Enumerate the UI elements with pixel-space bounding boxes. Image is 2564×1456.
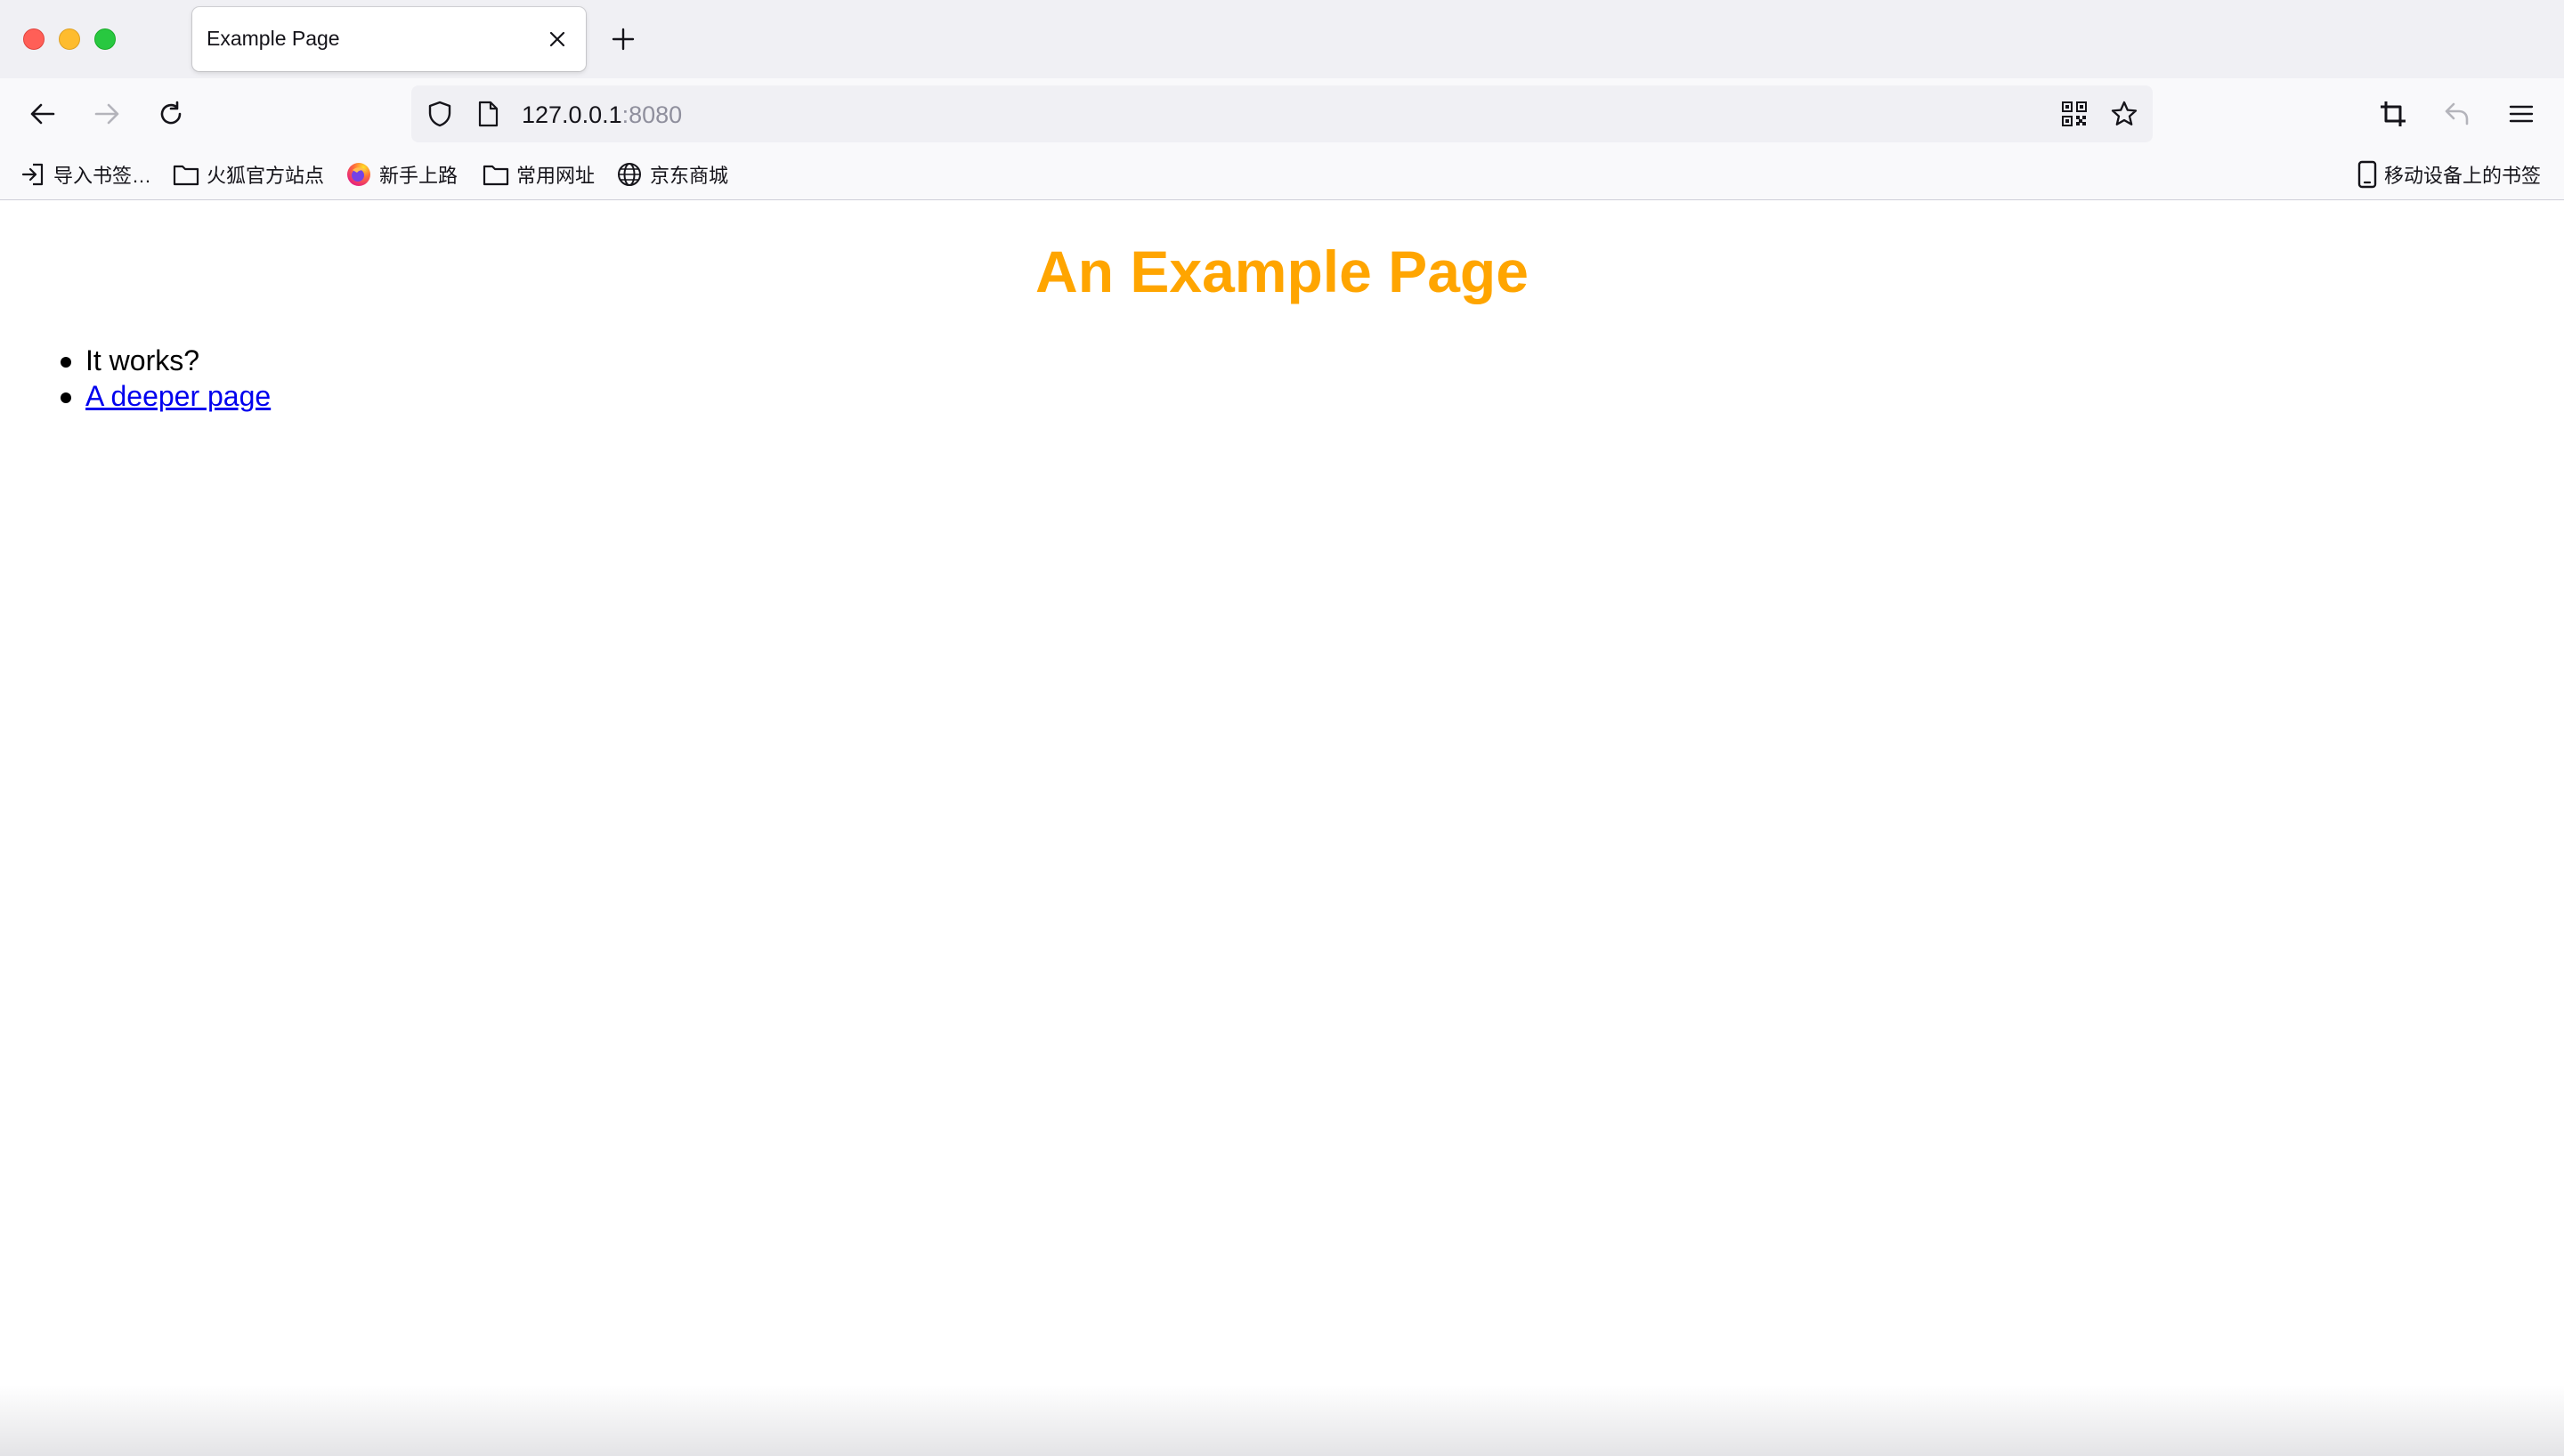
- globe-icon: [616, 161, 643, 188]
- tab-active[interactable]: Example Page: [192, 7, 586, 71]
- close-tab-icon[interactable]: [541, 23, 573, 55]
- close-window-button[interactable]: [23, 28, 45, 50]
- list-item: A deeper page: [60, 378, 271, 414]
- star-icon[interactable]: [2106, 96, 2142, 132]
- bookmark-import[interactable]: 导入书签…: [20, 157, 151, 192]
- undo-icon[interactable]: [2439, 96, 2475, 132]
- firefox-icon: [345, 161, 372, 188]
- bookmark-label: 火狐官方站点: [207, 165, 325, 187]
- url-host: 127.0.0.1: [522, 101, 622, 128]
- crop-icon[interactable]: [2375, 96, 2411, 132]
- maximize-window-button[interactable]: [94, 28, 116, 50]
- url-text[interactable]: 127.0.0.1:8080: [522, 101, 682, 129]
- navigation-toolbar: 127.0.0.1:8080: [0, 78, 2564, 150]
- mobile-device-icon: [2357, 160, 2377, 189]
- reload-icon[interactable]: [153, 96, 189, 132]
- bookmark-jd[interactable]: 京东商城: [616, 157, 728, 192]
- tab-strip: Example Page: [0, 0, 2564, 78]
- qr-code-icon[interactable]: [2057, 96, 2092, 132]
- hamburger-menu-icon[interactable]: [2503, 96, 2539, 132]
- page-heading: An Example Page: [1035, 239, 1529, 304]
- bookmark-folder-firefox-sites[interactable]: 火狐官方站点: [173, 157, 324, 192]
- bookmark-label: 移动设备上的书签: [2384, 165, 2542, 187]
- deeper-page-link[interactable]: A deeper page: [85, 380, 271, 412]
- folder-icon: [173, 161, 199, 188]
- bookmarks-toolbar: 导入书签… 火狐官方站点 新手上路 常用网址 京东商城 移动设备上的书签: [0, 150, 2564, 200]
- minimize-window-button[interactable]: [59, 28, 80, 50]
- import-icon: [20, 161, 46, 188]
- mobile-bookmarks[interactable]: 移动设备上的书签: [2357, 157, 2541, 192]
- tab-title: Example Page: [207, 27, 340, 50]
- browser-window: Example Page 127.0.0.1:8080 导入书签… 火狐官方站点…: [0, 0, 2564, 1456]
- page-content: An Example Page It works? A deeper page: [0, 200, 2564, 1456]
- bookmark-getting-started[interactable]: 新手上路: [345, 157, 458, 192]
- forward-arrow-icon[interactable]: [89, 96, 125, 132]
- new-tab-plus-icon[interactable]: [605, 21, 641, 57]
- page-list: It works? A deeper page: [60, 343, 271, 414]
- list-item-text: It works?: [85, 344, 200, 376]
- shield-icon[interactable]: [422, 96, 458, 132]
- bookmark-label: 京东商城: [650, 165, 729, 187]
- list-item: It works?: [60, 343, 271, 378]
- page-icon[interactable]: [470, 96, 506, 132]
- bookmark-label: 导入书签…: [53, 165, 152, 187]
- bottom-shadow: [0, 1385, 2564, 1456]
- address-bar[interactable]: 127.0.0.1:8080: [411, 85, 2153, 142]
- bookmark-folder-common-sites[interactable]: 常用网址: [483, 157, 595, 192]
- bookmark-label: 常用网址: [516, 165, 596, 187]
- bookmark-label: 新手上路: [379, 165, 458, 187]
- url-port: :8080: [621, 101, 683, 128]
- back-arrow-icon[interactable]: [25, 96, 61, 132]
- folder-icon: [483, 161, 509, 188]
